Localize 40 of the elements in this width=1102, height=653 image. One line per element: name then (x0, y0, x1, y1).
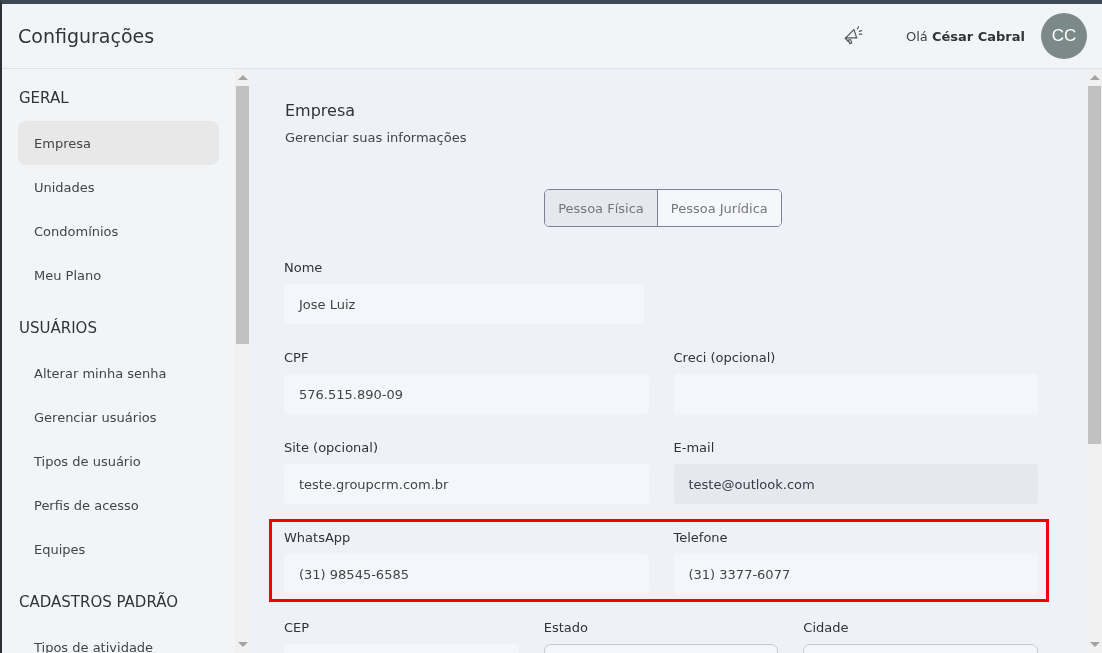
field-label: WhatsApp (284, 530, 352, 546)
input-field[interactable]: 576.515.890-09 (284, 374, 649, 414)
field-label: Cidade (803, 620, 850, 636)
input-field[interactable]: teste.groupcrm.com.br (284, 464, 649, 504)
user-avatar[interactable]: CC (1041, 13, 1087, 59)
sidebar-item[interactable]: Unidades (18, 165, 219, 209)
sidebar-item[interactable]: Condomínios (18, 209, 219, 253)
section-heading: USUÁRIOS (19, 317, 98, 337)
input-field[interactable]: (31) 3377-6077 (673, 554, 1038, 594)
section-subtitle: Gerenciar suas informações (285, 130, 468, 145)
field-label: CEP (284, 620, 311, 636)
field-label: Site (opcional) (284, 440, 379, 456)
field-label: Creci (opcional) (673, 350, 777, 366)
sidebar-item[interactable]: Alterar minha senha (18, 351, 219, 395)
section-title: Empresa (285, 101, 357, 120)
field-label: CPF (284, 350, 310, 366)
input-field[interactable]: Jose Luiz (284, 284, 644, 324)
scrollbar-thumb[interactable] (1088, 86, 1101, 444)
person-type-toggle[interactable]: Pessoa Física (545, 190, 657, 226)
section-heading: CADASTROS PADRÃO (19, 591, 179, 611)
sidebar-item[interactable]: Gerenciar usuários (18, 395, 219, 439)
greeting-text: Olá César Cabral (905, 28, 1025, 44)
scrollbar[interactable] (235, 69, 250, 653)
scrollbar-thumb[interactable] (236, 86, 249, 344)
scrollbar[interactable] (1087, 69, 1102, 653)
field-label: Estado (543, 620, 589, 636)
sidebar-item[interactable]: Equipes (18, 527, 219, 571)
sidebar-item[interactable]: Meu Plano (18, 253, 219, 297)
sidebar-item[interactable]: Perfis de acesso (18, 483, 219, 527)
section-heading: GERAL (19, 88, 70, 107)
field-label: Nome (284, 260, 324, 276)
page-title: Configurações (18, 25, 156, 47)
field-label: Telefone (673, 530, 729, 546)
sidebar-item[interactable]: Empresa (18, 121, 219, 165)
scroll-down-icon[interactable] (1089, 642, 1100, 647)
field-label: E-mail (673, 440, 716, 456)
scroll-up-icon[interactable] (1089, 75, 1100, 80)
person-type-toggle[interactable]: Pessoa Jurídica (656, 190, 781, 226)
sidebar-item[interactable]: Tipos de usuário (18, 439, 219, 483)
input-field[interactable]: (31) 98545-6585 (284, 554, 649, 594)
